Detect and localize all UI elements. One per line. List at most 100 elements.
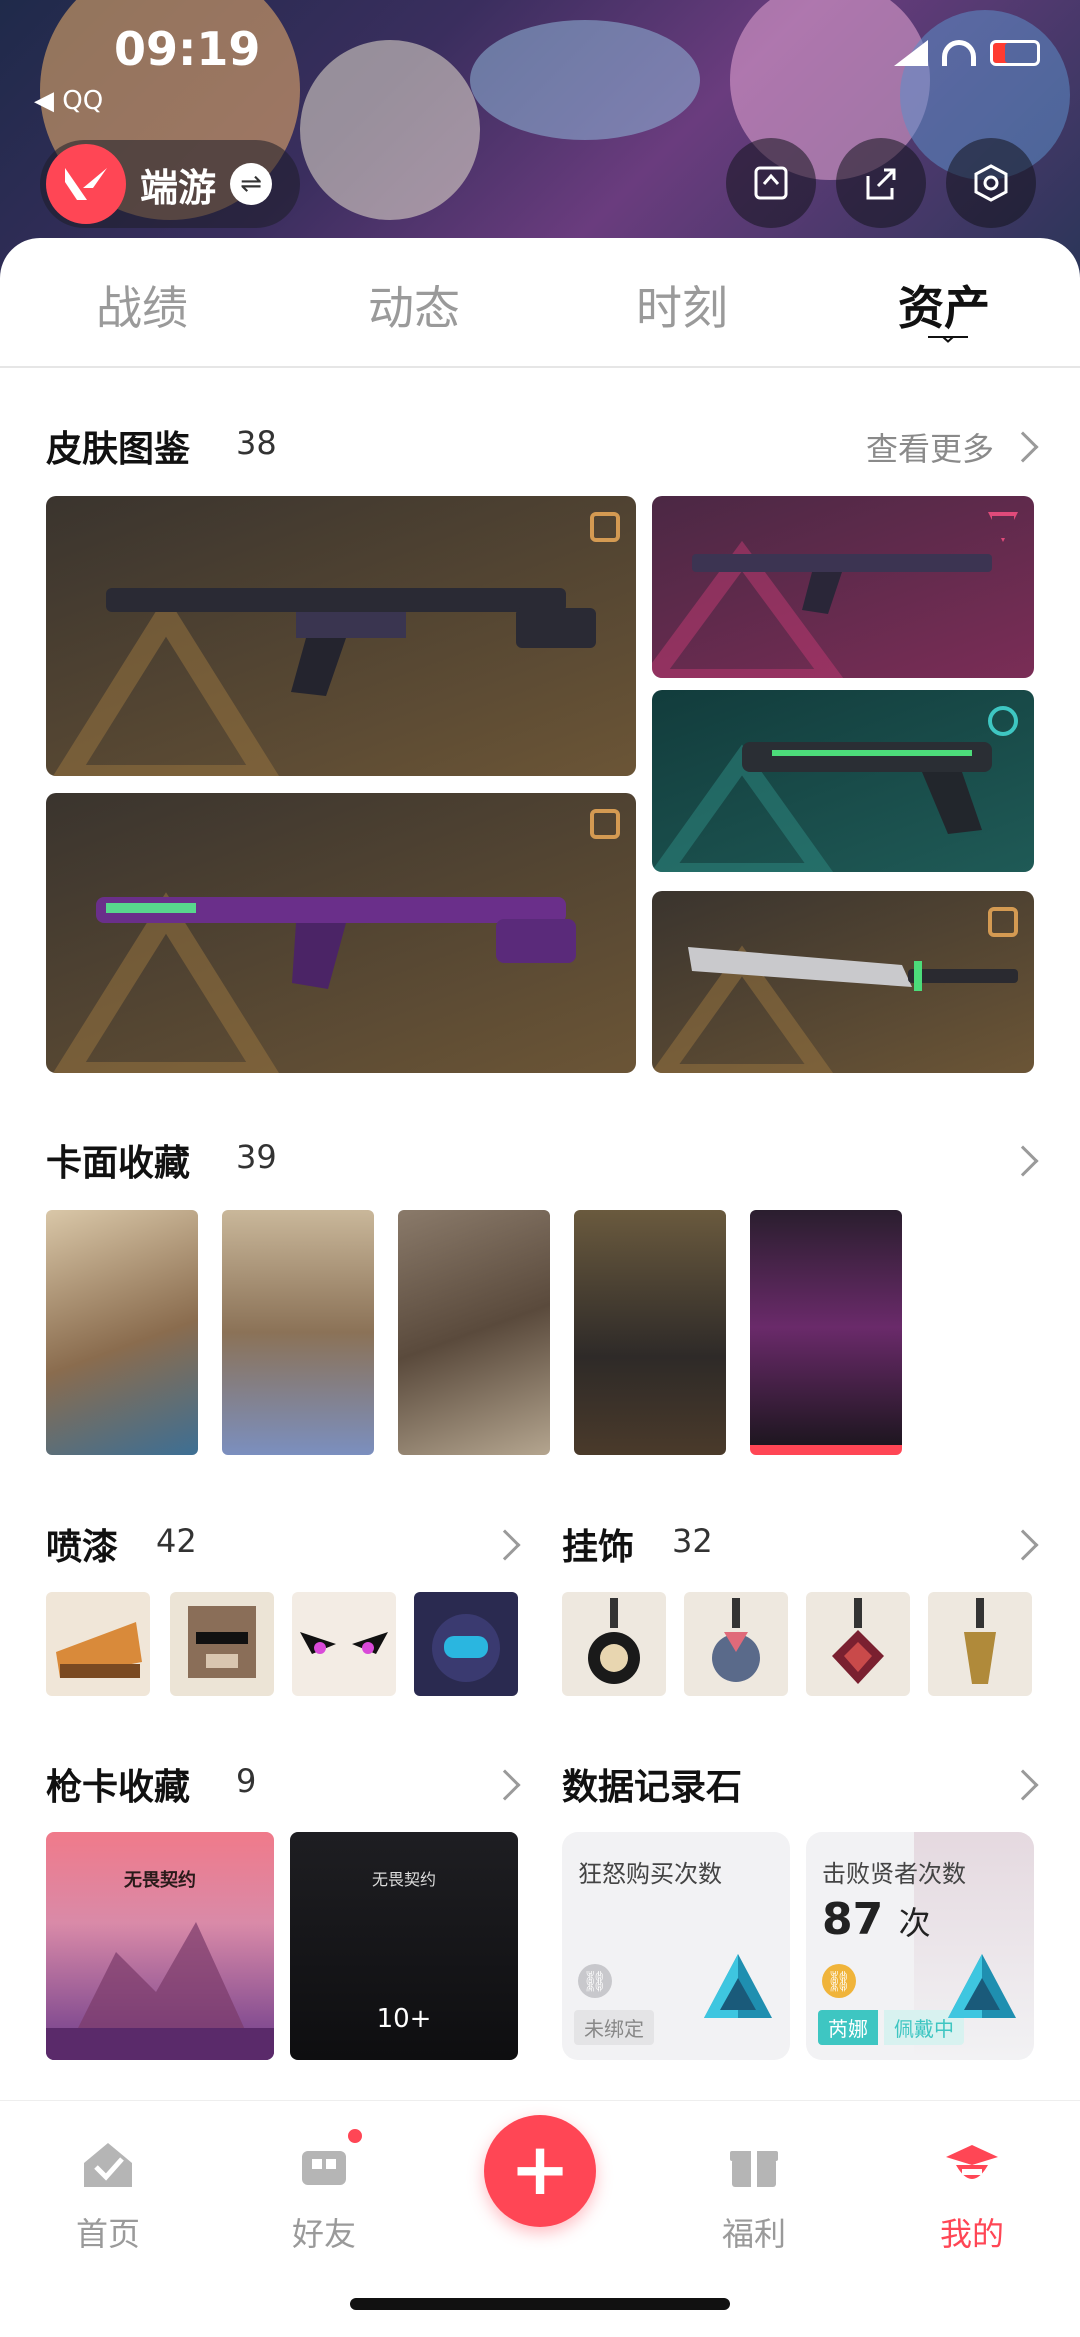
stone-label: 击败贤者次数 xyxy=(822,1860,966,1888)
battery-icon xyxy=(990,40,1040,66)
data-stone-card[interactable]: 狂怒购买次数 ⛓ 未绑定 xyxy=(562,1832,790,2060)
pistol-skin-art xyxy=(652,742,992,872)
rifle-skin-art xyxy=(53,892,576,1073)
link-icon: ⛓ xyxy=(822,1964,856,1998)
export-button[interactable] xyxy=(836,138,926,228)
charms-title: 挂饰 xyxy=(562,1527,635,1568)
home-icon xyxy=(84,2143,132,2187)
stone-bind-status: 未绑定 xyxy=(574,2010,654,2045)
stone-value-number: 87 xyxy=(822,1894,884,1945)
nav-mine[interactable]: 我的 xyxy=(902,2119,1042,2255)
skin-tile[interactable] xyxy=(652,891,1034,1073)
charm-item[interactable] xyxy=(562,1592,666,1696)
cards-more-chevron-icon[interactable] xyxy=(1007,1145,1039,1177)
charm-item[interactable] xyxy=(806,1592,910,1696)
nav-home-label: 首页 xyxy=(75,2215,140,2253)
rarity-icon xyxy=(988,706,1018,736)
eyes-spray-art xyxy=(300,1632,388,1654)
nav-welfare-label: 福利 xyxy=(721,2215,786,2253)
skin-tile[interactable] xyxy=(46,793,636,1073)
player-card[interactable] xyxy=(222,1210,374,1455)
plus-icon: + xyxy=(509,2127,571,2211)
export-icon xyxy=(866,168,896,200)
charm-art xyxy=(964,1598,996,1684)
data-stone-card[interactable]: 击败贤者次数 87 次 ⛓ 芮娜 佩戴中 xyxy=(806,1832,1034,2060)
melee-skin-art xyxy=(652,945,1018,1073)
assets-sheet: 战绩 动态 时刻 资产 皮肤图鉴 38 查看更多 卡面收藏 39 xyxy=(0,238,1080,2098)
charm-item[interactable] xyxy=(928,1592,1032,1696)
gun-card-more[interactable]: 无畏契约 10+ xyxy=(290,1832,518,2060)
status-indicators xyxy=(894,40,1040,66)
nav-friends[interactable]: 好友 xyxy=(254,2119,394,2255)
player-card[interactable] xyxy=(398,1210,550,1455)
robot-spray-art xyxy=(432,1614,500,1682)
status-time: 09:19 xyxy=(114,22,261,76)
gift-icon xyxy=(730,2149,778,2187)
create-post-button[interactable]: + xyxy=(484,2115,596,2227)
skins-count: 38 xyxy=(236,424,277,462)
nav-home[interactable]: 首页 xyxy=(38,2119,178,2255)
data-stone-icon xyxy=(704,1954,772,2018)
home-indicator[interactable] xyxy=(350,2298,730,2310)
cards-title: 卡面收藏 xyxy=(46,1143,191,1184)
charm-art xyxy=(712,1598,760,1682)
spray-item[interactable] xyxy=(46,1592,150,1696)
profile-tabs: 战绩 动态 时刻 资产 xyxy=(0,238,1080,368)
game-name: 端游 xyxy=(140,165,217,210)
player-card[interactable] xyxy=(574,1210,726,1455)
tab-record[interactable]: 战绩 xyxy=(96,272,188,338)
charms-count: 32 xyxy=(672,1522,713,1560)
skin-tile[interactable] xyxy=(652,690,1034,872)
share-card-icon xyxy=(754,166,788,200)
player-card[interactable] xyxy=(750,1210,902,1455)
friends-notification-dot xyxy=(346,2127,364,2145)
wifi-icon xyxy=(942,40,976,66)
nav-mine-label: 我的 xyxy=(939,2215,1004,2253)
sprays-count: 42 xyxy=(156,1522,197,1560)
tab-assets[interactable]: 资产 xyxy=(898,272,990,338)
skins-title: 皮肤图鉴 xyxy=(46,429,191,470)
sprays-title: 喷漆 xyxy=(46,1527,119,1568)
stone-label: 狂怒购买次数 xyxy=(578,1860,722,1888)
valorant-logo-icon xyxy=(46,144,126,224)
dog-spray-art xyxy=(188,1606,256,1678)
friends-icon xyxy=(302,2151,346,2185)
tab-moments[interactable]: 时刻 xyxy=(636,272,728,338)
rifle-skin-art xyxy=(53,588,596,776)
charm-art xyxy=(832,1598,884,1684)
gun-card-title: 无畏契约 xyxy=(371,1870,436,1889)
tab-active-indicator xyxy=(928,336,968,343)
rarity-icon xyxy=(590,809,620,839)
nav-friends-label: 好友 xyxy=(291,2215,356,2253)
charm-item[interactable] xyxy=(684,1592,788,1696)
spray-item[interactable] xyxy=(170,1592,274,1696)
skin-tile[interactable] xyxy=(46,496,636,776)
tab-feed[interactable]: 动态 xyxy=(368,272,460,338)
spray-item[interactable] xyxy=(292,1592,396,1696)
settings-icon xyxy=(974,164,1008,202)
share-card-button[interactable] xyxy=(726,138,816,228)
swap-icon: ⇌ xyxy=(230,163,273,205)
nav-welfare[interactable]: 福利 xyxy=(684,2119,824,2255)
gun-cards-count: 9 xyxy=(236,1762,257,1800)
player-card[interactable] xyxy=(46,1210,198,1455)
vandal-skin-art xyxy=(652,540,992,678)
gun-card-item[interactable]: 无畏契约 xyxy=(46,1832,274,2060)
back-to-app[interactable]: ◀ QQ xyxy=(34,86,103,116)
stone-value-unit: 次 xyxy=(898,1904,931,1942)
skin-tile[interactable] xyxy=(652,496,1034,678)
data-stones-title: 数据记录石 xyxy=(562,1767,743,1808)
skins-more-chevron-icon[interactable] xyxy=(1007,431,1039,463)
link-icon: ⛓ xyxy=(578,1964,612,1998)
settings-button[interactable] xyxy=(946,138,1036,228)
skins-more-link[interactable]: 查看更多 xyxy=(866,424,994,470)
spray-item[interactable] xyxy=(414,1592,518,1696)
cards-count: 39 xyxy=(236,1138,277,1176)
rarity-icon xyxy=(590,512,620,542)
gun-cards-title: 枪卡收藏 xyxy=(46,1767,191,1808)
pie-spray-art xyxy=(56,1622,142,1678)
banner-art xyxy=(300,40,480,220)
game-switcher[interactable]: 端游 ⇌ xyxy=(40,140,301,228)
stone-agent-tag: 芮娜 xyxy=(818,2010,878,2045)
banner-art xyxy=(470,20,700,140)
